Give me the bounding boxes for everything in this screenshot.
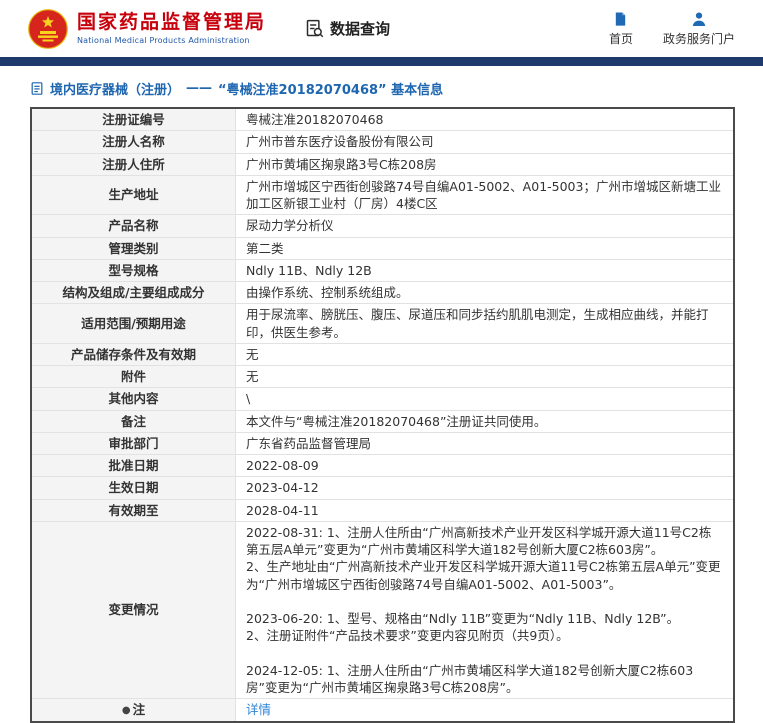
home-page-icon bbox=[613, 11, 628, 27]
details-link[interactable]: 详情 bbox=[246, 702, 271, 717]
field-value: 广州市黄埔区掬泉路3号C栋208房 bbox=[235, 152, 735, 176]
field-label: 备注 bbox=[30, 409, 236, 433]
field-label: 变更情况 bbox=[30, 520, 236, 700]
field-value: 广州市普东医疗设备股份有限公司 bbox=[235, 130, 735, 154]
field-label: 适用范围/预期用途 bbox=[30, 303, 236, 344]
navy-divider-bar bbox=[0, 57, 763, 66]
field-value: 无 bbox=[235, 342, 735, 367]
field-label: 附件 bbox=[30, 364, 236, 389]
table-row: 生产地址 广州市增城区宁西街创骏路74号自编A01-5002、A01-5003；… bbox=[30, 174, 735, 216]
table-row: 注册人名称 广州市普东医疗设备股份有限公司 bbox=[30, 130, 735, 154]
table-row: 其他内容 \ bbox=[30, 387, 735, 411]
field-value: 详情 bbox=[235, 698, 735, 722]
field-label: 生产地址 bbox=[30, 174, 236, 216]
field-label: 审批部门 bbox=[30, 431, 236, 456]
field-value: 广东省药品监督管理局 bbox=[235, 431, 735, 456]
table-row: 有效期至 2028-04-11 bbox=[30, 498, 735, 522]
table-row: 备注 本文件与“粤械注准20182070468”注册证共同使用。 bbox=[30, 409, 735, 433]
breadcrumb-category[interactable]: 境内医疗器械（注册） bbox=[50, 79, 180, 98]
registration-info-table: 注册证编号 粤械注准20182070468 注册人名称 广州市普东医疗设备股份有… bbox=[30, 107, 735, 723]
agency-name-cn: 国家药品监督管理局 bbox=[77, 11, 267, 34]
table-row: 结构及组成/主要组成成分 由操作系统、控制系统组成。 bbox=[30, 280, 735, 305]
portal-person-icon bbox=[691, 11, 707, 27]
field-value: 2022-08-09 bbox=[235, 453, 735, 478]
field-value: Ndly 11B、Ndly 12B bbox=[235, 258, 735, 283]
field-value: \ bbox=[235, 387, 735, 411]
data-query-label: 数据查询 bbox=[330, 20, 391, 38]
site-header: 国家药品监督管理局 National Medical Products Admi… bbox=[0, 0, 763, 57]
field-value: 用于尿流率、膀胱压、腹压、尿道压和同步括约肌肌电测定，生成相应曲线，并能打印，供… bbox=[235, 303, 735, 344]
table-row: 批准日期 2022-08-09 bbox=[30, 453, 735, 478]
top-navigation: 首页 政务服务门户 bbox=[609, 11, 735, 47]
field-value: 第二类 bbox=[235, 236, 735, 260]
field-value: 广州市增城区宁西街创骏路74号自编A01-5002、A01-5003；广州市增城… bbox=[235, 174, 735, 216]
data-query-icon bbox=[304, 18, 325, 39]
table-row: 变更情况 2022-08-31: 1、注册人住所由“广州高新技术产业开发区科学城… bbox=[30, 520, 735, 700]
breadcrumb: 境内医疗器械（注册） —— “粤械注准20182070468” 基本信息 bbox=[30, 79, 735, 98]
field-value: 无 bbox=[235, 364, 735, 389]
field-value: 2023-04-12 bbox=[235, 476, 735, 500]
field-value: 粤械注准20182070468 bbox=[235, 107, 735, 132]
national-emblem-icon bbox=[28, 8, 68, 49]
document-icon bbox=[30, 81, 44, 96]
nav-home[interactable]: 首页 bbox=[609, 11, 633, 47]
field-label: 其他内容 bbox=[30, 387, 236, 411]
data-query-section[interactable]: 数据查询 bbox=[304, 18, 390, 39]
field-label: 注册人名称 bbox=[30, 130, 236, 154]
change-history-value: 2022-08-31: 1、注册人住所由“广州高新技术产业开发区科学城开源大道1… bbox=[235, 520, 735, 700]
table-row: 注册人住所 广州市黄埔区掬泉路3号C栋208房 bbox=[30, 152, 735, 176]
table-row: 审批部门 广东省药品监督管理局 bbox=[30, 431, 735, 456]
field-label: 产品储存条件及有效期 bbox=[30, 342, 236, 367]
table-row: 附件 无 bbox=[30, 364, 735, 389]
field-value: 本文件与“粤械注准20182070468”注册证共同使用。 bbox=[235, 409, 735, 433]
field-label: ● 注 bbox=[30, 698, 236, 722]
field-value: 尿动力学分析仪 bbox=[235, 214, 735, 238]
field-label: 产品名称 bbox=[30, 214, 236, 238]
brand: 国家药品监督管理局 National Medical Products Admi… bbox=[28, 8, 267, 49]
brand-text: 国家药品监督管理局 National Medical Products Admi… bbox=[77, 11, 267, 45]
note-circle-icon: ● bbox=[121, 705, 131, 717]
field-label: 注册人住所 bbox=[30, 152, 236, 176]
field-label: 结构及组成/主要组成成分 bbox=[30, 280, 236, 305]
field-label: 批准日期 bbox=[30, 453, 236, 478]
breadcrumb-separator: —— bbox=[186, 81, 213, 96]
agency-name-en: National Medical Products Administration bbox=[77, 35, 250, 45]
note-label: 注 bbox=[132, 702, 146, 718]
field-label: 生效日期 bbox=[30, 476, 236, 500]
table-row: 型号规格 Ndly 11B、Ndly 12B bbox=[30, 258, 735, 283]
field-value: 2028-04-11 bbox=[235, 498, 735, 522]
nav-portal[interactable]: 政务服务门户 bbox=[663, 11, 735, 47]
table-row: 产品名称 尿动力学分析仪 bbox=[30, 214, 735, 238]
breadcrumb-title: “粤械注准20182070468” 基本信息 bbox=[218, 83, 444, 98]
field-label: 有效期至 bbox=[30, 498, 236, 522]
nav-home-label: 首页 bbox=[608, 31, 633, 46]
page: 国家药品监督管理局 National Medical Products Admi… bbox=[0, 0, 763, 723]
field-value: 由操作系统、控制系统组成。 bbox=[235, 280, 735, 305]
table-row: 产品储存条件及有效期 无 bbox=[30, 342, 735, 367]
table-row: 管理类别 第二类 bbox=[30, 236, 735, 260]
field-label: 管理类别 bbox=[30, 236, 236, 260]
table-row: 注册证编号 粤械注准20182070468 bbox=[30, 107, 735, 132]
table-row: 适用范围/预期用途 用于尿流率、膀胱压、腹压、尿道压和同步括约肌肌电测定，生成相… bbox=[30, 303, 735, 344]
table-row: 生效日期 2023-04-12 bbox=[30, 476, 735, 500]
field-label: 型号规格 bbox=[30, 258, 236, 283]
nav-portal-label: 政务服务门户 bbox=[662, 31, 735, 46]
field-label: 注册证编号 bbox=[30, 107, 236, 132]
table-row: ● 注 详情 bbox=[30, 698, 735, 722]
